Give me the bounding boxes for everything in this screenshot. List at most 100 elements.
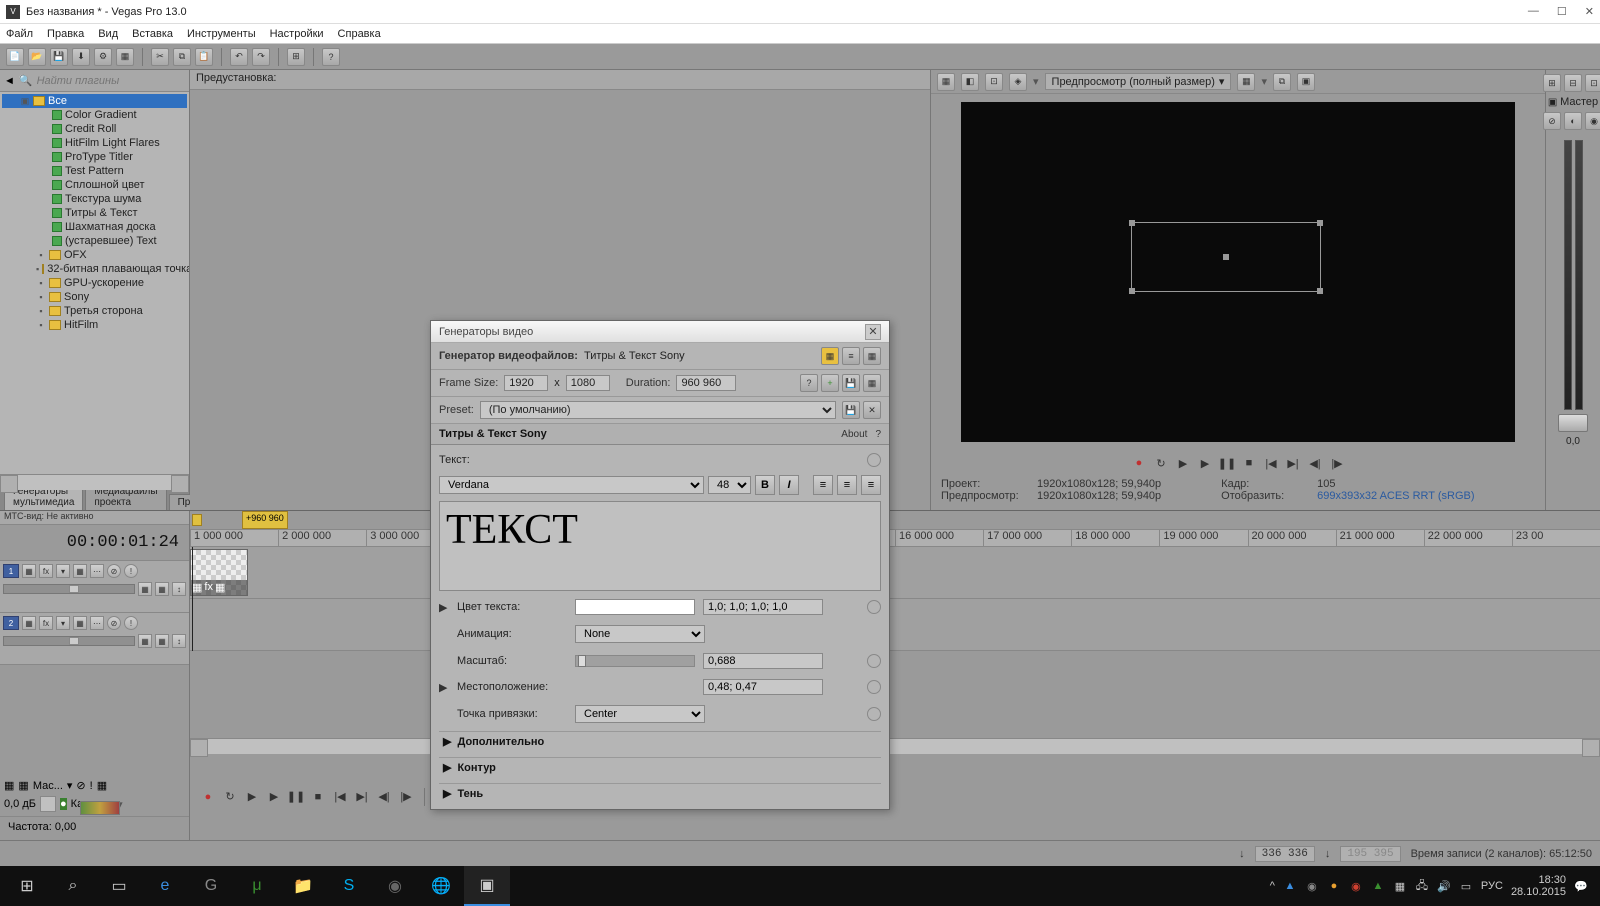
tree-scrollbar[interactable] [0, 474, 189, 490]
tray-icon[interactable]: ● [1327, 879, 1341, 893]
track-more[interactable]: ⋯ [90, 564, 104, 578]
tree-item[interactable]: Титры & Текст [2, 206, 187, 220]
tree-item[interactable]: (устаревшее) Text [2, 234, 187, 248]
prev-btn6[interactable]: ⧉ [1273, 73, 1291, 91]
save-preset-button[interactable]: 💾 [842, 374, 860, 392]
help-icon[interactable]: ? [800, 374, 818, 392]
tray-icon[interactable]: ◉ [1305, 879, 1319, 893]
align-center-button[interactable]: ≡ [837, 475, 857, 495]
scale-slider[interactable] [575, 655, 695, 667]
tray-icon[interactable]: ▦ [1393, 879, 1407, 893]
pause-button[interactable]: ❚❚ [1219, 455, 1235, 471]
paste-button[interactable]: 📋 [195, 48, 213, 66]
section-advanced[interactable]: ▶Дополнительно [439, 731, 881, 751]
preset-btn[interactable]: ▦ [863, 374, 881, 392]
snap-button[interactable]: ⊞ [287, 48, 305, 66]
section-outline[interactable]: ▶Контур [439, 757, 881, 777]
color-value[interactable] [703, 599, 823, 615]
scale-keyframe[interactable] [867, 654, 881, 668]
bold-button[interactable]: B [755, 475, 775, 495]
steam-icon[interactable]: ◉ [372, 866, 418, 906]
tree-folder[interactable]: ▪32-битная плавающая точка [2, 262, 187, 276]
timecode-display[interactable]: 00:00:01:24 [0, 525, 189, 561]
playhead-flag[interactable] [192, 514, 202, 526]
goto-end-button[interactable]: ▶| [1285, 455, 1301, 471]
tree-folder[interactable]: ▪HitFilm [2, 318, 187, 332]
font-dropdown[interactable]: Verdana [439, 476, 704, 494]
scale-value[interactable] [703, 653, 823, 669]
preset-dropdown[interactable]: (По умолчанию) [480, 401, 836, 419]
redo-button[interactable]: ↷ [252, 48, 270, 66]
audio-track-icon[interactable]: 2 [3, 616, 19, 630]
tree-item[interactable]: ProType Titler [2, 150, 187, 164]
new-button[interactable]: 📄 [6, 48, 24, 66]
region-marker[interactable]: +960 960 [242, 511, 288, 529]
tree-folder[interactable]: ▪Sony [2, 290, 187, 304]
master-btn1[interactable]: ⊞ [1543, 74, 1561, 92]
next-frame-button[interactable]: |▶ [1329, 455, 1345, 471]
play-start-button[interactable]: ▶ [1175, 455, 1191, 471]
atrack-more[interactable]: ⋯ [90, 616, 104, 630]
atrack-fx[interactable]: fx [39, 616, 53, 630]
align-right-button[interactable]: ≡ [861, 475, 881, 495]
delete-preset-icon[interactable]: ✕ [863, 401, 881, 419]
tl-play[interactable]: ▶ [266, 789, 282, 805]
chrome-icon[interactable]: 🌐 [418, 866, 464, 906]
track-solo[interactable]: ! [124, 564, 138, 578]
tl-stop[interactable]: ■ [310, 789, 326, 805]
search-button[interactable]: ⌕ [50, 866, 96, 906]
video-preview[interactable] [961, 102, 1515, 442]
dialog-titlebar[interactable]: Генераторы видео ✕ [431, 321, 889, 343]
search-input[interactable] [37, 75, 185, 87]
track-area[interactable]: ▦fx▦ [190, 547, 1600, 651]
tree-item[interactable]: Credit Roll [2, 122, 187, 136]
clock[interactable]: 18:30 28.10.2015 [1511, 874, 1566, 898]
tl-next[interactable]: |▶ [398, 789, 414, 805]
track-btn[interactable]: ▦ [22, 564, 36, 578]
mix-b3[interactable]: ▾ [67, 779, 73, 792]
atrack-btn2[interactable]: ▦ [138, 634, 152, 648]
save-button[interactable]: 💾 [50, 48, 68, 66]
track-btn3[interactable]: ▦ [155, 582, 169, 596]
tree-item[interactable]: Сплошной цвет [2, 178, 187, 192]
tray-icon[interactable]: ▲ [1371, 879, 1385, 893]
record-button[interactable]: ● [1131, 455, 1147, 471]
utorrent-icon[interactable]: μ [234, 866, 280, 906]
master-btn3[interactable]: ⊡ [1585, 74, 1600, 92]
master-fader[interactable] [1558, 414, 1588, 432]
menu-edit[interactable]: Правка [47, 28, 84, 40]
tree-folder[interactable]: ▪GPU-ускорение [2, 276, 187, 290]
tree-folder[interactable]: ▪OFX [2, 248, 187, 262]
skype-icon[interactable]: S [326, 866, 372, 906]
italic-button[interactable]: I [779, 475, 799, 495]
tl-start[interactable]: |◀ [332, 789, 348, 805]
track-btn4[interactable]: ↕ [172, 582, 186, 596]
tree-folder[interactable]: ▪Третья сторона [2, 304, 187, 318]
anchor-dropdown[interactable]: Center [575, 705, 705, 723]
goto-start-button[interactable]: |◀ [1263, 455, 1279, 471]
prev-frame-button[interactable]: ◀| [1307, 455, 1323, 471]
master-btn2[interactable]: ⊟ [1564, 74, 1582, 92]
text-keyframe-icon[interactable] [867, 453, 881, 467]
fontsize-dropdown[interactable]: 48 [708, 476, 751, 494]
menu-insert[interactable]: Вставка [132, 28, 173, 40]
minimize-button[interactable]: — [1528, 5, 1539, 18]
atrack-solo[interactable]: ! [124, 616, 138, 630]
atrack-mute[interactable]: ⊘ [107, 616, 121, 630]
track-btn2[interactable]: ▦ [138, 582, 152, 596]
atrack-comp[interactable]: ▾ [56, 616, 70, 630]
align-left-button[interactable]: ≡ [813, 475, 833, 495]
vegas-taskbar-icon[interactable]: ▣ [464, 866, 510, 906]
expand-position[interactable]: ▶ [439, 681, 449, 694]
scrub-slider[interactable] [80, 801, 120, 815]
timeline-scrollbar[interactable] [190, 738, 1600, 754]
taskview-button[interactable]: ▭ [96, 866, 142, 906]
save-preset-icon[interactable]: 💾 [842, 401, 860, 419]
track-comp[interactable]: ▾ [56, 564, 70, 578]
back-icon[interactable]: ◄ [4, 75, 15, 87]
tl-play-start[interactable]: ▶ [244, 789, 260, 805]
position-field[interactable]: 336 336 [1255, 846, 1315, 862]
selection-rect[interactable] [1131, 222, 1321, 292]
open-button[interactable]: 📂 [28, 48, 46, 66]
plugin-help[interactable]: ? [875, 429, 881, 440]
